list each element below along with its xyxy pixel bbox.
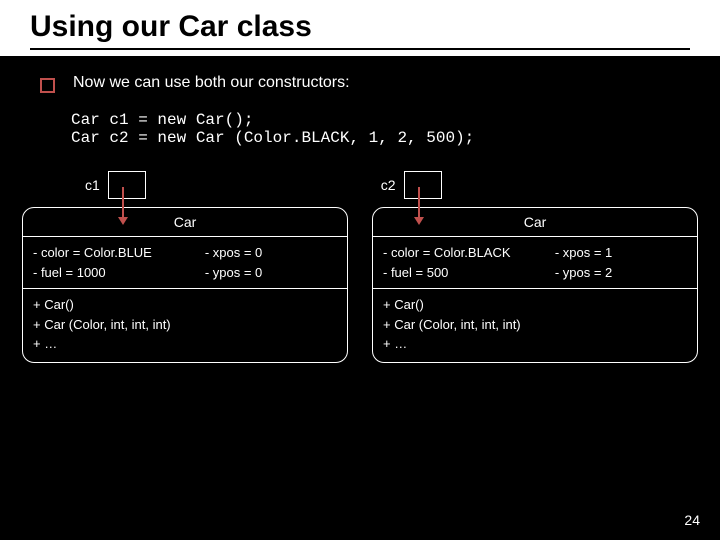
attributes-section: - color = Color.BLACK - fuel = 500 - xpo… — [373, 237, 697, 289]
attr-fuel: - fuel = 1000 — [33, 263, 205, 283]
method-more: + … — [33, 334, 337, 354]
var-c1-group: c1 — [85, 171, 146, 199]
attr-color: - color = Color.BLACK — [383, 243, 555, 263]
class-name: Car — [23, 208, 347, 237]
method-ctor0: + Car() — [33, 295, 337, 315]
arrow-icon — [122, 187, 124, 223]
attr-ypos: - ypos = 0 — [205, 263, 337, 283]
attr-xpos: - xpos = 0 — [205, 243, 337, 263]
arrow-icon — [418, 187, 420, 223]
page-number: 24 — [684, 512, 700, 528]
var-c1-box — [108, 171, 146, 199]
attr-xpos: - xpos = 1 — [555, 243, 687, 263]
bullet-text: Now we can use both our constructors: — [73, 74, 350, 92]
attr-ypos: - ypos = 2 — [555, 263, 687, 283]
bullet-row: Now we can use both our constructors: — [40, 74, 680, 93]
var-c2-box — [404, 171, 442, 199]
attributes-section: - color = Color.BLUE - fuel = 1000 - xpo… — [23, 237, 347, 289]
method-more: + … — [383, 334, 687, 354]
code-block: Car c1 = new Car(); Car c2 = new Car (Co… — [71, 111, 680, 147]
variable-row: c1 c2 — [40, 171, 680, 199]
slide: Using our Car class Now we can use both … — [0, 0, 720, 540]
object-card-c1: Car - color = Color.BLUE - fuel = 1000 -… — [22, 207, 348, 363]
method-ctor0: + Car() — [383, 295, 687, 315]
object-columns: Car - color = Color.BLUE - fuel = 1000 -… — [0, 207, 720, 363]
methods-section: + Car() + Car (Color, int, int, int) + … — [373, 289, 697, 362]
method-ctor4: + Car (Color, int, int, int) — [33, 315, 337, 335]
slide-body: Now we can use both our constructors: Ca… — [0, 56, 720, 199]
object-card-c2: Car - color = Color.BLACK - fuel = 500 -… — [372, 207, 698, 363]
var-c2-group: c2 — [381, 171, 442, 199]
title-underline — [30, 48, 690, 50]
var-c2-label: c2 — [381, 177, 396, 193]
var-c1-label: c1 — [85, 177, 100, 193]
attr-fuel: - fuel = 500 — [383, 263, 555, 283]
method-ctor4: + Car (Color, int, int, int) — [383, 315, 687, 335]
attr-color: - color = Color.BLUE — [33, 243, 205, 263]
bullet-icon — [40, 78, 55, 93]
slide-title: Using our Car class — [30, 10, 690, 44]
methods-section: + Car() + Car (Color, int, int, int) + … — [23, 289, 347, 362]
title-area: Using our Car class — [0, 0, 720, 56]
